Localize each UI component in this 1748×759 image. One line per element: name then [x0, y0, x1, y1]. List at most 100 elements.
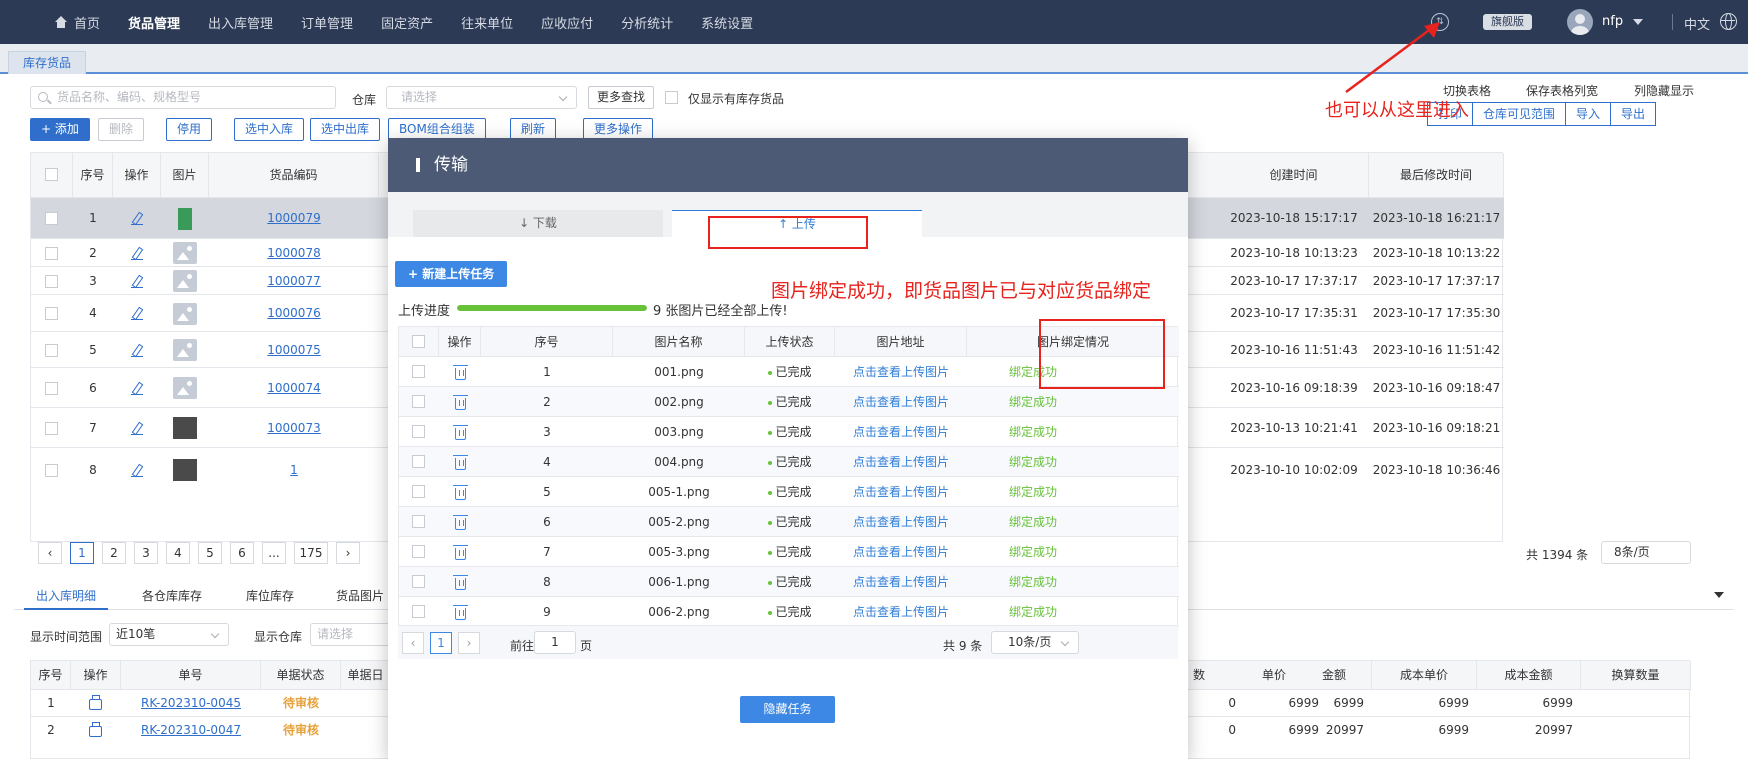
- menu-stock-io[interactable]: 出入库管理: [194, 0, 287, 44]
- menu-analytics[interactable]: 分析统计: [607, 0, 687, 44]
- col-header: 图片地址: [835, 327, 967, 357]
- image-name: 005-3.png: [648, 545, 710, 559]
- trash-icon[interactable]: [453, 605, 468, 620]
- row-checkbox[interactable]: [412, 395, 425, 408]
- row-number: 8: [543, 575, 551, 589]
- image-name: 006-2.png: [648, 605, 710, 619]
- progress-fill: [457, 305, 647, 311]
- table-row[interactable]: 4 004.png 已完成 点击查看上传图片 绑定成功: [399, 447, 1179, 477]
- image-name: 002.png: [654, 395, 704, 409]
- chevron-down-icon[interactable]: [1633, 19, 1643, 25]
- bind-status: 绑定成功: [1008, 455, 1057, 469]
- table-row[interactable]: 9 006-2.png 已完成 点击查看上传图片 绑定成功: [399, 597, 1179, 627]
- row-checkbox[interactable]: [412, 485, 425, 498]
- trash-icon[interactable]: [453, 455, 468, 470]
- progress-text: 9 张图片已经全部上传!: [653, 304, 788, 319]
- globe-icon[interactable]: [1720, 13, 1737, 30]
- view-image-link[interactable]: 点击查看上传图片: [835, 477, 967, 507]
- trash-icon[interactable]: [453, 485, 468, 500]
- status-dot-icon: [768, 370, 773, 375]
- image-name: 004.png: [654, 455, 704, 469]
- upload-pager: ‹ 1 › 前往 1 页 共 9 条 10条/页: [398, 626, 1178, 659]
- row-checkbox[interactable]: [412, 545, 425, 558]
- view-image-link[interactable]: 点击查看上传图片: [835, 357, 967, 387]
- row-checkbox[interactable]: [412, 455, 425, 468]
- upload-status-text: 已完成: [775, 365, 812, 379]
- table-row[interactable]: 8 006-1.png 已完成 点击查看上传图片 绑定成功: [399, 567, 1179, 597]
- new-upload-task-button[interactable]: + 新建上传任务: [395, 261, 508, 287]
- row-number: 9: [543, 605, 551, 619]
- view-image-link[interactable]: 点击查看上传图片: [835, 417, 967, 447]
- annotation-entry-hint: 也可以从这里进入: [1325, 100, 1469, 121]
- tab-download[interactable]: ↓ 下载: [413, 210, 663, 237]
- pager-total: 共 9 条: [943, 639, 983, 653]
- upload-status-text: 已完成: [775, 425, 812, 439]
- view-image-link[interactable]: 点击查看上传图片: [835, 507, 967, 537]
- goto-page-input[interactable]: 1: [534, 631, 576, 654]
- highlight-upload-tab: [708, 216, 868, 249]
- menu-home[interactable]: 首页: [40, 0, 114, 44]
- table-row[interactable]: 2 002.png 已完成 点击查看上传图片 绑定成功: [399, 387, 1179, 417]
- pager-next[interactable]: ›: [458, 632, 480, 654]
- bind-status: 绑定成功: [1008, 425, 1057, 439]
- upload-status-text: 已完成: [775, 545, 812, 559]
- upload-status: 已完成: [745, 357, 835, 387]
- upload-status: 已完成: [745, 477, 835, 507]
- table-row[interactable]: 5 005-1.png 已完成 点击查看上传图片 绑定成功: [399, 477, 1179, 507]
- row-number: 7: [543, 545, 551, 559]
- bind-status: 绑定成功: [1008, 395, 1057, 409]
- row-checkbox[interactable]: [412, 605, 425, 618]
- username[interactable]: nfp: [1602, 14, 1623, 29]
- view-image-link[interactable]: 点击查看上传图片: [835, 447, 967, 477]
- col-header: 上传状态: [745, 327, 835, 357]
- row-number: 5: [543, 485, 551, 499]
- menu-partners[interactable]: 往来单位: [447, 0, 527, 44]
- avatar[interactable]: [1567, 9, 1593, 35]
- view-image-link[interactable]: 点击查看上传图片: [835, 597, 967, 627]
- trash-icon[interactable]: [453, 395, 468, 410]
- status-dot-icon: [768, 490, 773, 495]
- row-checkbox[interactable]: [412, 575, 425, 588]
- upload-status: 已完成: [745, 567, 835, 597]
- menu-settings[interactable]: 系统设置: [687, 0, 767, 44]
- status-dot-icon: [768, 460, 773, 465]
- row-checkbox[interactable]: [412, 365, 425, 378]
- pager-page[interactable]: 1: [430, 632, 452, 654]
- trash-icon[interactable]: [453, 575, 468, 590]
- pager-prev[interactable]: ‹: [402, 632, 424, 654]
- trash-icon[interactable]: [453, 425, 468, 440]
- table-row[interactable]: 7 005-3.png 已完成 点击查看上传图片 绑定成功: [399, 537, 1179, 567]
- trash-icon[interactable]: [453, 545, 468, 560]
- row-number: 1: [543, 365, 551, 379]
- highlight-bind-column: [1039, 319, 1165, 389]
- trash-icon[interactable]: [453, 515, 468, 530]
- menu-finance[interactable]: 应收应付: [527, 0, 607, 44]
- upload-status: 已完成: [745, 387, 835, 417]
- select-all-checkbox[interactable]: [412, 335, 425, 348]
- upload-status-text: 已完成: [775, 515, 812, 529]
- col-header: 序号: [481, 327, 613, 357]
- row-checkbox[interactable]: [412, 515, 425, 528]
- menu-assets[interactable]: 固定资产: [367, 0, 447, 44]
- page-size-select[interactable]: 10条/页: [991, 631, 1079, 654]
- row-checkbox[interactable]: [412, 425, 425, 438]
- upload-status: 已完成: [745, 417, 835, 447]
- menu-orders[interactable]: 订单管理: [287, 0, 367, 44]
- row-number: 4: [543, 455, 551, 469]
- trash-icon[interactable]: [453, 365, 468, 380]
- status-dot-icon: [768, 580, 773, 585]
- view-image-link[interactable]: 点击查看上传图片: [835, 567, 967, 597]
- table-row[interactable]: 6 005-2.png 已完成 点击查看上传图片 绑定成功: [399, 507, 1179, 537]
- language-switch[interactable]: 中文: [1684, 14, 1710, 33]
- menu-goods[interactable]: 货品管理: [114, 0, 194, 44]
- view-image-link[interactable]: 点击查看上传图片: [835, 537, 967, 567]
- arrow-line: [1345, 26, 1433, 94]
- upload-status: 已完成: [745, 597, 835, 627]
- hide-task-button[interactable]: 隐藏任务: [740, 696, 835, 723]
- divider: [1672, 14, 1673, 30]
- edition-badge: 旗舰版: [1483, 14, 1532, 30]
- bind-status: 绑定成功: [1008, 485, 1057, 499]
- view-image-link[interactable]: 点击查看上传图片: [835, 387, 967, 417]
- col-header: 图片名称: [613, 327, 745, 357]
- table-row[interactable]: 3 003.png 已完成 点击查看上传图片 绑定成功: [399, 417, 1179, 447]
